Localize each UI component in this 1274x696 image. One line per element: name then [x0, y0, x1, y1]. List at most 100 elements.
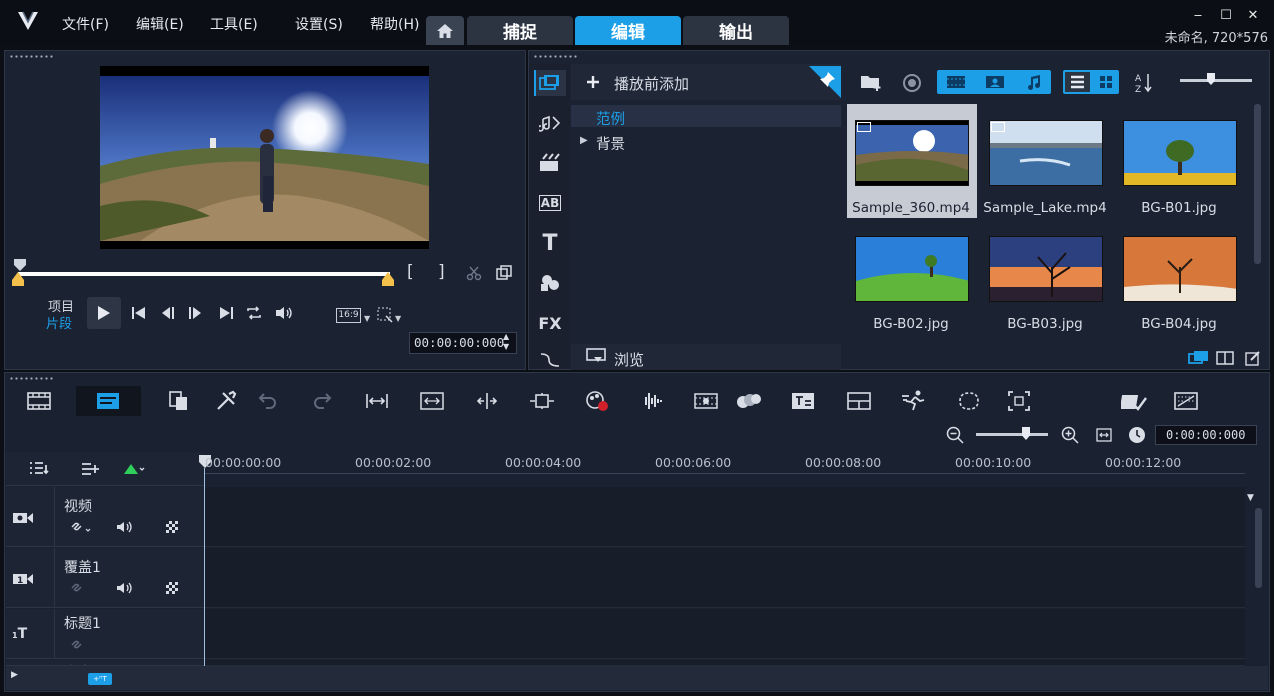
video-track-lane[interactable] [205, 487, 1245, 547]
library-grip[interactable] [533, 55, 579, 58]
track-mute-icon[interactable] [116, 520, 134, 534]
split-screen-button[interactable] [846, 390, 872, 412]
text-icon[interactable]: T [537, 230, 563, 256]
playhead-marker-icon[interactable] [12, 258, 28, 272]
scrub-bar[interactable] [18, 272, 390, 276]
multi-camera-button[interactable] [736, 390, 762, 412]
title-ab-icon[interactable]: AB [537, 190, 563, 216]
enlarge-preview-icon[interactable] [496, 265, 512, 281]
aspect-ratio-button[interactable]: 16:9 [336, 308, 361, 323]
transition-icon[interactable] [537, 150, 563, 176]
pan-zoom-button[interactable] [419, 390, 445, 412]
mode-clip[interactable]: 片段 [46, 313, 72, 332]
zoom-in-icon[interactable] [1061, 426, 1079, 444]
thumb-bg-b03[interactable] [989, 236, 1103, 302]
zoom-out-icon[interactable] [946, 426, 964, 444]
record-capture-icon[interactable] [902, 73, 922, 93]
thumb-bg-b04[interactable] [1123, 236, 1237, 302]
timeline-vertical-scrollbar[interactable] [1255, 508, 1262, 588]
show-video-icon[interactable] [946, 75, 966, 89]
overlay-track-lane[interactable] [205, 548, 1245, 608]
thumbnail-size-slider[interactable] [1180, 79, 1252, 82]
auto-music-button[interactable] [693, 390, 719, 412]
display-mode-dropdown-icon[interactable]: ▼ [395, 314, 401, 323]
render-button[interactable] [1174, 390, 1200, 412]
menu-settings[interactable]: 设置(S) [295, 14, 343, 34]
thumb-sample-lake[interactable] [989, 120, 1103, 186]
track-motion-button[interactable] [529, 390, 555, 412]
ripple-link-icon[interactable] [70, 520, 92, 534]
ripple-link-disabled-icon[interactable] [70, 581, 84, 595]
trim-end-marker[interactable] [382, 272, 394, 286]
track-transparency-icon[interactable] [166, 521, 178, 533]
timeline-view-button[interactable] [95, 390, 121, 412]
show-audio-icon[interactable] [1025, 74, 1043, 90]
options-panel-icon[interactable] [1216, 351, 1234, 365]
add-icon[interactable] [585, 74, 601, 90]
sort-icon[interactable]: AZ [1134, 72, 1154, 94]
mark-out-button[interactable]: ] [438, 262, 445, 282]
tree-item-backgrounds[interactable]: 背景 [596, 133, 625, 154]
close-button[interactable]: ✕ [1245, 8, 1261, 24]
customize-toolbar-button[interactable] [1121, 390, 1147, 412]
fit-project-button[interactable] [364, 390, 390, 412]
timecode-field[interactable]: 00:00:00:000 [409, 332, 517, 354]
instant-project-icon[interactable] [537, 110, 563, 136]
cropping-button[interactable] [1006, 390, 1032, 412]
import-folder-icon[interactable] [860, 72, 884, 92]
tools-button[interactable] [213, 390, 239, 412]
menu-edit[interactable]: 编辑(E) [136, 14, 184, 34]
list-view-button[interactable] [1065, 72, 1090, 92]
add-track-icon[interactable] [80, 461, 100, 477]
split-clip-icon[interactable] [466, 265, 482, 281]
mark-in-button[interactable]: [ [407, 262, 414, 282]
subtitle-editor-button[interactable] [790, 390, 816, 412]
redo-button[interactable] [309, 390, 335, 412]
undo-button[interactable] [255, 390, 281, 412]
display-mode-icon[interactable] [376, 306, 394, 324]
timeline-scroll-bar[interactable] [6, 666, 1268, 690]
timecode-stepper[interactable]: ▲ ▼ [503, 332, 509, 352]
thumb-sample-360[interactable] [855, 120, 969, 186]
mask-creator-button[interactable] [956, 390, 982, 412]
sound-mixer-button[interactable] [639, 390, 665, 412]
filter-fx-icon[interactable]: FX [537, 310, 563, 336]
go-to-end-icon[interactable] [218, 306, 234, 320]
browse-label[interactable]: 浏览 [614, 349, 644, 370]
tab-output[interactable]: 输出 [683, 16, 789, 45]
add-label[interactable]: 播放前添加 [614, 73, 689, 94]
library-panel-icon[interactable] [1188, 350, 1210, 366]
browse-icon[interactable] [586, 348, 608, 364]
fit-timeline-icon[interactable] [1096, 428, 1112, 442]
thumb-bg-b01[interactable] [1123, 120, 1237, 186]
zoom-slider[interactable] [976, 433, 1048, 436]
copy-paste-button[interactable] [166, 390, 192, 412]
menu-help[interactable]: 帮助(H) [370, 14, 419, 34]
track-mute-icon[interactable] [116, 581, 134, 595]
tab-edit[interactable]: 编辑 [575, 16, 681, 45]
menu-file[interactable]: 文件(F) [62, 14, 109, 34]
record-capture-button[interactable] [584, 390, 610, 412]
ripple-link-disabled-icon[interactable] [70, 638, 84, 652]
edit-panel-icon[interactable] [1245, 350, 1261, 366]
track-transparency-icon[interactable] [166, 582, 178, 594]
media-library-icon[interactable] [537, 70, 563, 96]
next-frame-icon[interactable] [187, 306, 203, 320]
scroll-left-icon[interactable]: ▶ [11, 670, 18, 680]
home-button[interactable] [426, 16, 464, 45]
volume-icon[interactable] [274, 305, 294, 321]
go-to-start-icon[interactable] [131, 306, 147, 320]
time-remapping-button[interactable] [901, 390, 927, 412]
aspect-dropdown-icon[interactable]: ▼ [364, 314, 370, 323]
thumbnail-view-button[interactable] [1094, 72, 1118, 92]
panel-grip[interactable] [9, 55, 55, 58]
tree-item-samples[interactable]: 范例 [596, 108, 625, 129]
show-photo-icon[interactable] [985, 75, 1005, 89]
chapter-marker-icon[interactable] [123, 462, 145, 476]
track-manager-icon[interactable] [28, 461, 50, 477]
tree-expand-icon[interactable]: ▶ [580, 135, 588, 146]
split-button[interactable] [474, 390, 500, 412]
pin-corner-icon[interactable] [809, 66, 841, 98]
library-scrollbar[interactable] [1254, 104, 1261, 264]
maximize-button[interactable]: ☐ [1218, 8, 1234, 24]
